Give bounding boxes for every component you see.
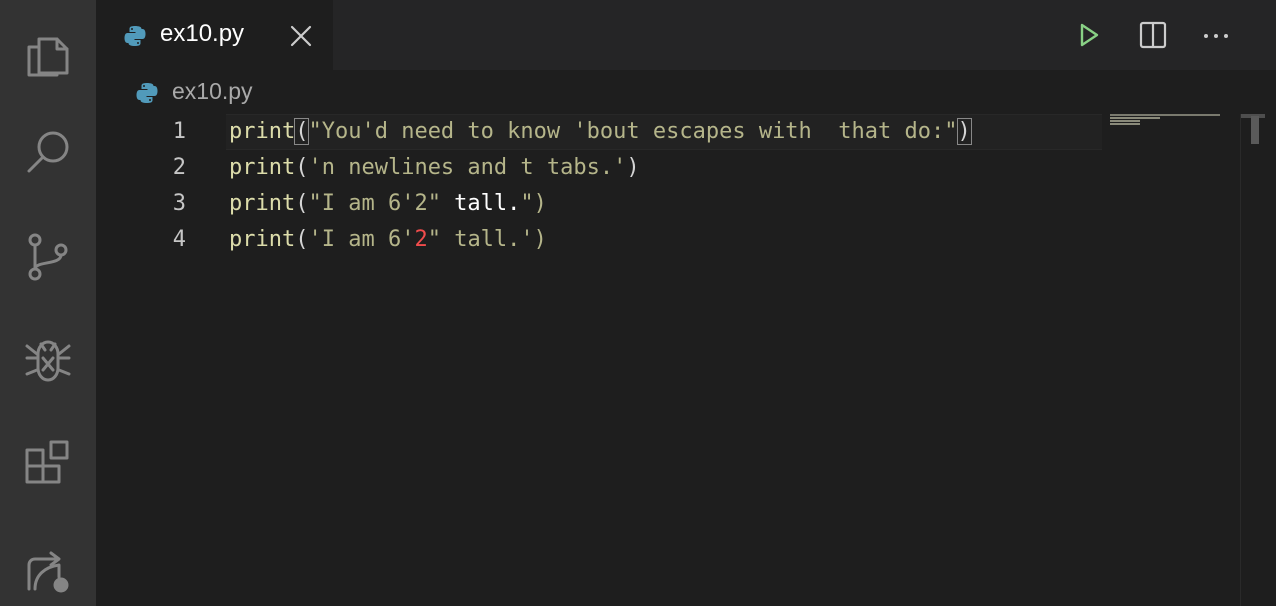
code-editor[interactable]: 1 print("You'd need to know 'bout escapes…	[96, 114, 1276, 606]
code-token: (	[295, 227, 309, 252]
tab-label: ex10.py	[160, 20, 245, 47]
more-actions-button[interactable]	[1199, 18, 1233, 52]
source-control-icon	[28, 233, 68, 281]
search-button[interactable]	[0, 100, 96, 204]
play-icon	[1080, 23, 1099, 47]
code-token: print	[229, 155, 296, 180]
line-number: 2	[172, 155, 186, 180]
source-control-button[interactable]	[0, 205, 96, 309]
code-token: (	[295, 155, 309, 180]
code-token: print	[229, 119, 296, 144]
vertical-scrollbar[interactable]	[1240, 114, 1276, 606]
code-token: )	[956, 118, 972, 145]
line-number: 4	[172, 227, 186, 252]
split-editor-button[interactable]	[1136, 18, 1170, 52]
python-icon	[124, 26, 146, 46]
run-and-debug-button[interactable]	[0, 309, 96, 413]
extensions-icon	[25, 440, 69, 484]
code-token: 2	[414, 227, 428, 252]
code-token: (	[294, 118, 310, 145]
more-actions-icon	[1204, 34, 1228, 38]
code-token: print	[229, 227, 296, 252]
code-token: 'n newlines and t tabs.'	[308, 155, 627, 180]
remote-explorer-button[interactable]	[0, 516, 96, 606]
code-token: (	[295, 191, 309, 216]
minimap[interactable]	[1110, 114, 1240, 134]
split-editor-icon	[1139, 21, 1167, 49]
close-tab-button[interactable]	[289, 24, 313, 48]
code-token: ")	[520, 191, 547, 216]
search-icon	[27, 131, 69, 173]
code-token: " tall.')	[427, 227, 547, 252]
scrollbar-thumb[interactable]	[1251, 116, 1259, 144]
breadcrumb-file[interactable]: ex10.py	[172, 78, 253, 105]
remote-icon	[27, 551, 69, 593]
code-line[interactable]: print("I am 6'2" tall.")	[229, 186, 547, 222]
activity-bar	[0, 0, 96, 606]
python-icon	[136, 83, 158, 103]
line-number: 3	[172, 191, 186, 216]
files-icon	[27, 37, 69, 77]
code-token: "I am 6'2"	[308, 191, 441, 216]
breadcrumb: ex10.py	[96, 70, 1276, 114]
code-token: tall.	[440, 191, 521, 216]
tab-ex10-py[interactable]: ex10.py	[96, 0, 333, 70]
debug-icon	[25, 340, 71, 382]
code-token: "You'd need to know 'bout escapes with t…	[308, 119, 958, 144]
code-token: )	[626, 155, 640, 180]
code-line[interactable]: print('I am 6'2" tall.')	[229, 222, 547, 258]
code-line[interactable]: print("You'd need to know 'bout escapes …	[229, 114, 972, 150]
extensions-button[interactable]	[0, 413, 96, 517]
code-line[interactable]: print('n newlines and t tabs.')	[229, 150, 640, 186]
code-token: 'I am 6'	[308, 227, 415, 252]
code-token: print	[229, 191, 296, 216]
close-icon	[290, 25, 312, 47]
explorer-button[interactable]	[0, 0, 96, 104]
tab-bar: ex10.py	[96, 0, 1276, 70]
run-python-file-button[interactable]	[1071, 18, 1105, 52]
line-number: 1	[172, 119, 186, 144]
